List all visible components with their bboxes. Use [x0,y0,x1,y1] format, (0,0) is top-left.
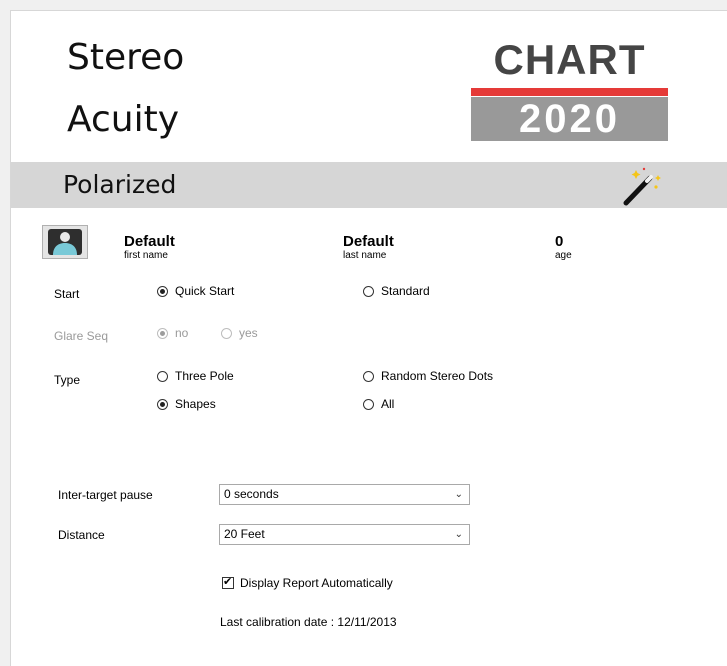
first-name-value: Default [124,233,175,250]
inter-target-pause-label: Inter-target pause [58,488,153,502]
radio-quick-start-label: Quick Start [175,284,235,298]
radio-random-stereo-dots-indicator [363,370,374,382]
radio-standard[interactable]: Standard [363,284,430,298]
last-name-field: Default last name [343,233,394,262]
logo-year-text: 2020 [471,97,668,141]
radio-glare-no: no [157,326,188,340]
radio-standard-label: Standard [381,284,430,298]
logo-chart-text: CHART [493,36,646,83]
radio-glare-yes: yes [221,326,258,340]
first-name-label: first name [124,250,168,261]
radio-shapes-indicator [157,398,168,410]
radio-random-stereo-dots-label: Random Stereo Dots [381,369,494,383]
stereo-acuity-window: Stereo Acuity CHART 2020 Polarized Defau… [10,10,727,666]
age-field: 0 age [555,233,572,262]
radio-three-pole[interactable]: Three Pole [157,369,234,383]
radio-three-pole-label: Three Pole [175,369,234,383]
test-mode-title: Polarized [63,170,177,199]
chart2020-logo: CHART 2020 [471,37,668,141]
last-name-label: last name [343,250,387,261]
radio-random-stereo-dots[interactable]: Random Stereo Dots [363,369,493,383]
age-value: 0 [555,233,564,250]
radio-glare-yes-label: yes [239,326,258,340]
chevron-down-icon: ⌄ [454,529,463,540]
last-name-value: Default [343,233,394,250]
radio-glare-no-label: no [175,326,189,340]
type-label: Type [54,373,81,387]
radio-three-pole-indicator [157,370,168,382]
radio-quick-start-indicator [157,285,168,297]
inter-target-pause-select[interactable]: 0 seconds ⌄ [219,484,470,505]
logo-red-bar [471,88,668,96]
checkbox-checked-icon [222,575,234,589]
chevron-down-icon: ⌄ [454,489,463,500]
magic-wand-icon[interactable] [616,166,666,206]
test-mode-band: Polarized [11,162,727,208]
display-report-checkbox[interactable]: Display Report Automatically [222,575,393,590]
radio-quick-start[interactable]: Quick Start [157,284,234,298]
radio-standard-indicator [363,285,374,297]
distance-label: Distance [58,528,105,542]
page-title-line2: Acuity [67,99,180,140]
start-label: Start [54,287,80,301]
radio-glare-yes-indicator [221,327,232,339]
radio-all-indicator [363,398,374,410]
distance-value: 20 Feet [224,527,265,541]
age-label: age [555,250,572,261]
radio-shapes-label: Shapes [175,397,216,411]
display-report-label: Display Report Automatically [240,576,393,590]
radio-shapes[interactable]: Shapes [157,397,216,411]
distance-select[interactable]: 20 Feet ⌄ [219,524,470,545]
glare-seq-label: Glare Seq [54,329,109,343]
first-name-field: Default first name [124,233,175,262]
last-calibration-date: Last calibration date : 12/11/2013 [220,615,397,629]
radio-all-label: All [381,397,395,411]
radio-all[interactable]: All [363,397,394,411]
radio-glare-no-indicator [157,327,168,339]
inter-target-pause-value: 0 seconds [224,487,279,501]
page-title-line1: Stereo [67,37,185,78]
patient-avatar-button[interactable] [42,225,88,259]
patient-avatar-icon [48,229,82,255]
